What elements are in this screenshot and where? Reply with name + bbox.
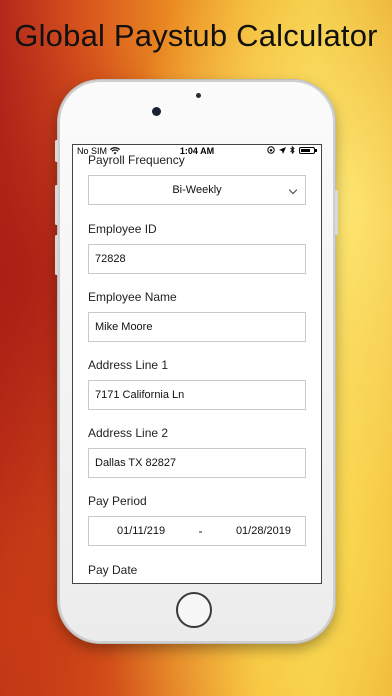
home-button[interactable] xyxy=(176,592,212,628)
battery-level xyxy=(301,148,310,152)
app-screen: No SIM 1:04 AM Payroll Frequency Bi-Week… xyxy=(72,144,322,584)
address-line-2-label: Address Line 2 xyxy=(88,426,169,440)
pay-period-separator: - xyxy=(198,524,203,538)
volume-down-button xyxy=(55,235,58,275)
pay-period-start[interactable]: 01/11/219 xyxy=(117,525,165,537)
address-line-1-field[interactable]: 7171 California Ln xyxy=(88,380,306,410)
payroll-frequency-value: Bi-Weekly xyxy=(172,184,222,196)
employee-name-field[interactable]: Mike Moore xyxy=(88,312,306,342)
app-headline: Global Paystub Calculator xyxy=(14,18,378,53)
status-right xyxy=(267,146,317,154)
employee-name-value: Mike Moore xyxy=(95,321,153,333)
bluetooth-icon xyxy=(290,146,295,154)
address-line-2-field[interactable]: Dallas TX 82827 xyxy=(88,448,306,478)
address-line-1-value: 7171 California Ln xyxy=(95,389,185,401)
employee-id-field[interactable]: 72828 xyxy=(88,244,306,274)
address-line-2-value: Dallas TX 82827 xyxy=(95,457,177,469)
mute-switch xyxy=(55,140,58,162)
earpiece-icon xyxy=(196,93,201,98)
front-camera-icon xyxy=(152,107,161,116)
address-line-1-label: Address Line 1 xyxy=(88,358,169,372)
payroll-frequency-select[interactable]: Bi-Weekly xyxy=(88,175,306,205)
battery-icon xyxy=(299,146,317,154)
orientation-lock-icon xyxy=(267,146,275,154)
pay-period-label: Pay Period xyxy=(88,494,147,508)
location-arrow-icon xyxy=(279,146,286,154)
power-button xyxy=(335,190,338,235)
volume-up-button xyxy=(55,185,58,225)
employee-id-label: Employee ID xyxy=(88,222,157,236)
chevron-down-icon xyxy=(288,185,298,195)
employee-id-value: 72828 xyxy=(95,253,126,265)
pay-period-end[interactable]: 01/28/2019 xyxy=(236,525,291,537)
employee-name-label: Employee Name xyxy=(88,290,177,304)
pay-period-field: 01/11/219 - 01/28/2019 xyxy=(88,516,306,546)
pay-date-label: Pay Date xyxy=(88,563,138,577)
payroll-frequency-label: Payroll Frequency xyxy=(88,153,185,167)
